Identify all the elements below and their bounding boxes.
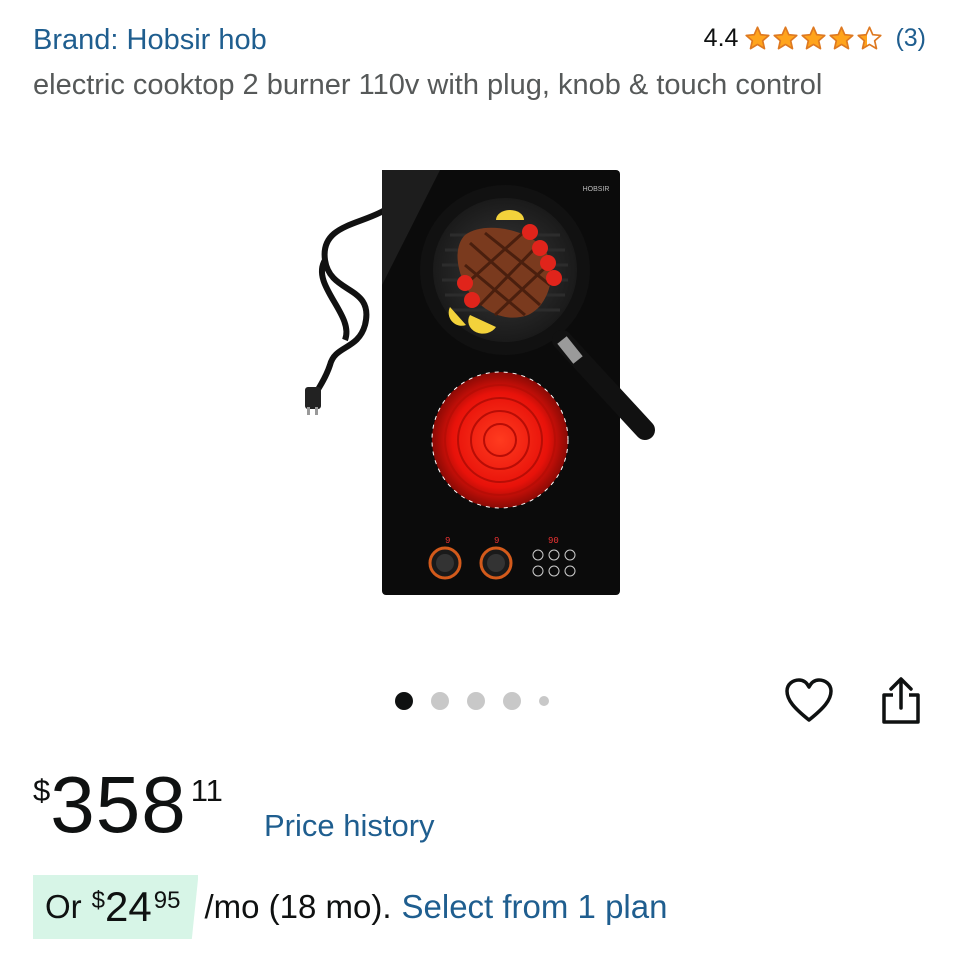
price: $ 358 11 — [33, 765, 223, 845]
star-full-icon — [773, 26, 799, 50]
installment-offer: Or $ 24 95 /mo (18 mo). Select from 1 pl… — [33, 874, 667, 940]
plug-icon — [305, 387, 321, 409]
burner-glow — [432, 372, 568, 508]
power-cord — [312, 207, 387, 397]
star-rating — [744, 25, 883, 52]
star-half-icon — [857, 26, 883, 50]
price-history-link[interactable]: Price history — [264, 808, 435, 844]
image-carousel-dots[interactable] — [395, 692, 549, 710]
product-image[interactable]: HOBSIR 9 9 90 — [300, 165, 665, 605]
star-full-icon — [801, 26, 827, 50]
brand-logo: HOBSIR — [583, 186, 610, 193]
rating-summary[interactable]: 4.4 (3) — [704, 24, 926, 53]
share-icon[interactable] — [878, 676, 924, 726]
wishlist-heart-icon[interactable] — [784, 676, 834, 726]
installment-badge: Or $ 24 95 — [33, 875, 199, 939]
carousel-dot[interactable] — [395, 692, 413, 710]
brand-link[interactable]: Brand: Hobsir hob — [33, 24, 267, 57]
rating-value: 4.4 — [703, 24, 739, 52]
carousel-dot[interactable] — [467, 692, 485, 710]
right-burner-readout: 9 — [494, 536, 499, 546]
price-currency: $ — [33, 773, 51, 808]
select-plan-link[interactable]: Select from 1 plan — [402, 888, 668, 926]
installment-currency: $ — [91, 887, 106, 914]
star-full-icon — [829, 26, 855, 50]
installment-prefix: Or — [45, 888, 82, 925]
rating-count-link[interactable]: (3) — [895, 24, 926, 53]
left-burner-readout: 9 — [445, 536, 450, 546]
carousel-dot[interactable] — [539, 696, 549, 706]
carousel-dot[interactable] — [431, 692, 449, 710]
product-title: electric cooktop 2 burner 110v with plug… — [33, 69, 823, 101]
price-fraction: 11 — [190, 773, 223, 808]
price-whole: 358 — [50, 760, 187, 849]
installment-fraction: 95 — [153, 887, 181, 914]
installment-whole: 24 — [105, 883, 152, 930]
star-full-icon — [745, 26, 771, 50]
timer-readout: 90 — [548, 536, 559, 546]
carousel-dot[interactable] — [503, 692, 521, 710]
installment-terms: /mo (18 mo). — [204, 888, 392, 925]
